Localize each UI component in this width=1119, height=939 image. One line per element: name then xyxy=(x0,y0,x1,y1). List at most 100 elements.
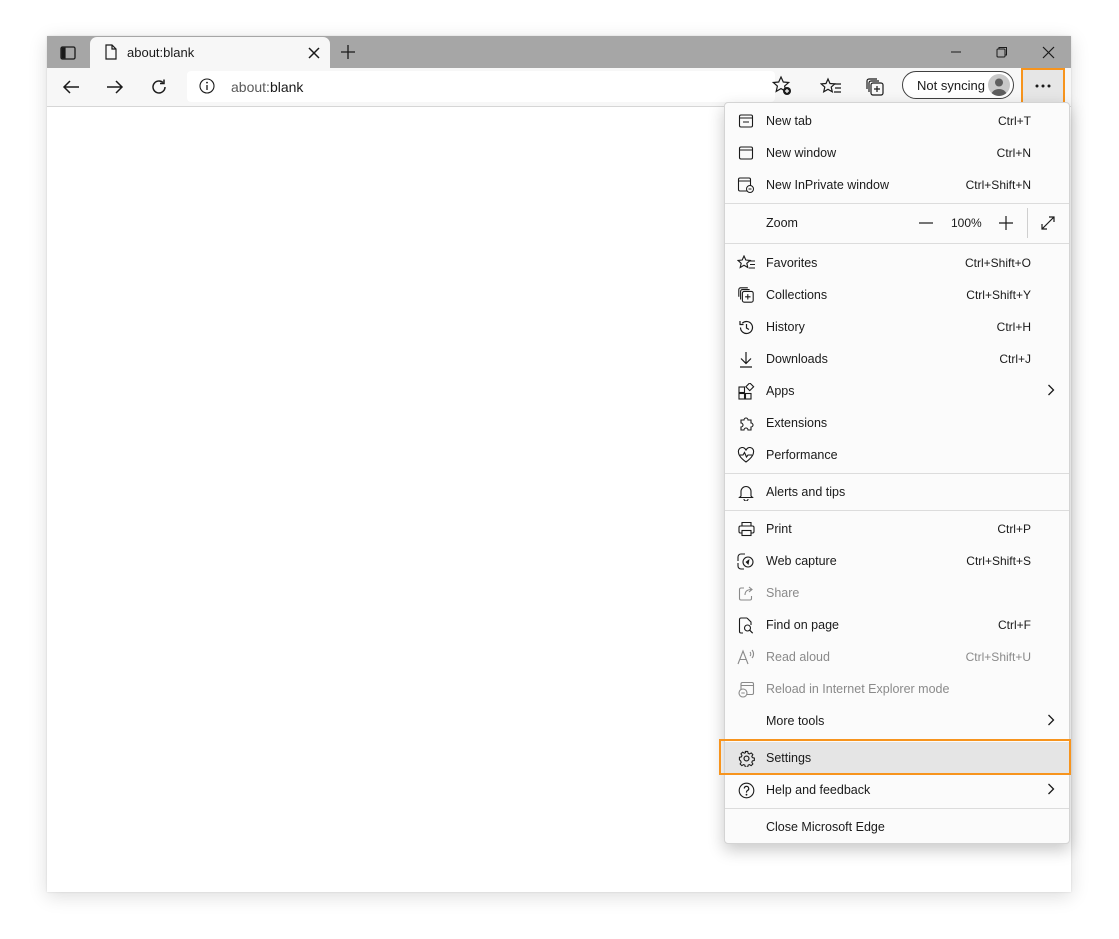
zoom-label: Zoom xyxy=(766,216,798,230)
menu-item-new-tab[interactable]: New tab Ctrl+T xyxy=(725,105,1069,137)
menu-item-close-microsoft-edge[interactable]: Close Microsoft Edge xyxy=(725,811,1069,843)
menu-item-label: Reload in Internet Explorer mode xyxy=(766,682,950,696)
menu-item-label: Web capture xyxy=(766,554,837,568)
back-button[interactable] xyxy=(55,73,87,101)
menu-item-label: Share xyxy=(766,586,800,600)
zoom-out-button[interactable] xyxy=(915,213,937,233)
address-host: blank xyxy=(269,79,304,95)
restore-button[interactable] xyxy=(979,36,1025,68)
profile-sync-button[interactable]: Not syncing xyxy=(902,71,1014,99)
settings-and-more-button[interactable] xyxy=(1021,68,1065,104)
ie-mode-icon xyxy=(737,680,755,698)
print-icon xyxy=(737,520,755,538)
share-icon xyxy=(737,584,755,602)
sync-label: Not syncing xyxy=(917,78,985,93)
menu-item-label: Downloads xyxy=(766,352,828,366)
tab-close-button[interactable] xyxy=(305,44,323,62)
menu-item-favorites[interactable]: Favorites Ctrl+Shift+O xyxy=(725,247,1069,279)
menu-item-label: Print xyxy=(766,522,792,536)
refresh-icon xyxy=(152,79,166,94)
menu-item-label: Find on page xyxy=(766,618,839,632)
menu-item-web-capture[interactable]: Web capture Ctrl+Shift+S xyxy=(725,545,1069,577)
tab-strip: about:blank xyxy=(47,36,1071,68)
menu-divider xyxy=(725,510,1069,511)
chevron-right-icon xyxy=(1047,714,1055,726)
menu-item-shortcut: Ctrl+Shift+U xyxy=(965,650,1031,664)
favorites-button[interactable] xyxy=(815,73,847,101)
menu-item-more-tools[interactable]: More tools xyxy=(725,705,1069,737)
window-close-button[interactable] xyxy=(1025,36,1071,68)
apps-icon xyxy=(737,382,755,400)
menu-item-label: History xyxy=(766,320,805,334)
add-favorite-icon[interactable] xyxy=(771,75,793,97)
menu-item-shortcut: Ctrl+Shift+Y xyxy=(966,288,1031,302)
address-bar[interactable]: about:blank xyxy=(187,71,791,102)
menu-item-collections[interactable]: Collections Ctrl+Shift+Y xyxy=(725,279,1069,311)
menu-item-label: Extensions xyxy=(766,416,828,430)
tab-title: about:blank xyxy=(127,45,195,60)
minimize-icon xyxy=(951,51,961,53)
extensions-icon xyxy=(737,414,755,432)
menu-item-shortcut: Ctrl+Shift+O xyxy=(964,256,1031,270)
new-tab-button[interactable] xyxy=(337,41,359,63)
menu-item-performance[interactable]: Performance xyxy=(725,439,1069,471)
menu-item-share[interactable]: Share xyxy=(725,577,1069,609)
favorites-icon xyxy=(820,77,841,94)
menu-item-label: Alerts and tips xyxy=(766,485,846,499)
close-icon xyxy=(308,47,320,59)
menu-divider xyxy=(725,739,1069,740)
menu-item-shortcut: Ctrl+Shift+N xyxy=(965,178,1031,192)
chevron-right-icon xyxy=(1047,783,1055,795)
forward-button[interactable] xyxy=(99,73,131,101)
menu-item-apps[interactable]: Apps xyxy=(725,375,1069,407)
menu-item-label: New InPrivate window xyxy=(766,178,889,192)
favorites-icon xyxy=(737,254,755,272)
menu-item-shortcut: Ctrl+J xyxy=(999,352,1031,366)
menu-item-history[interactable]: History Ctrl+H xyxy=(725,311,1069,343)
menu-item-extensions[interactable]: Extensions xyxy=(725,407,1069,439)
menu-item-label: Collections xyxy=(766,288,828,302)
menu-item-shortcut: Ctrl+P xyxy=(997,522,1031,536)
menu-item-label: Read aloud xyxy=(766,650,830,664)
more-horizontal-icon xyxy=(1035,84,1051,88)
info-icon[interactable] xyxy=(199,78,215,94)
collections-icon xyxy=(737,286,755,304)
menu-item-reload-ie-mode[interactable]: Reload in Internet Explorer mode xyxy=(725,673,1069,705)
menu-item-new-inprivate-window[interactable]: New InPrivate window Ctrl+Shift+N xyxy=(725,169,1069,201)
menu-item-label: More tools xyxy=(766,714,825,728)
tab-active[interactable]: about:blank xyxy=(90,37,330,68)
menu-item-new-window[interactable]: New window Ctrl+N xyxy=(725,137,1069,169)
restore-icon xyxy=(996,47,1007,58)
menu-item-help-and-feedback[interactable]: Help and feedback xyxy=(725,774,1069,806)
menu-divider xyxy=(725,808,1069,809)
menu-item-downloads[interactable]: Downloads Ctrl+J xyxy=(725,343,1069,375)
collections-button[interactable] xyxy=(859,73,891,101)
collections-icon xyxy=(866,78,884,96)
menu-item-alerts-and-tips[interactable]: Alerts and tips xyxy=(725,476,1069,508)
zoom-in-button[interactable] xyxy=(995,213,1017,233)
menu-item-print[interactable]: Print Ctrl+P xyxy=(725,513,1069,545)
chevron-right-icon xyxy=(1047,384,1055,396)
menu-item-label: New tab xyxy=(766,114,812,128)
find-icon xyxy=(737,616,755,634)
minus-icon xyxy=(919,222,933,224)
minimize-button[interactable] xyxy=(933,36,979,68)
refresh-button[interactable] xyxy=(143,73,175,101)
zoom-divider xyxy=(1027,208,1028,238)
menu-item-find-on-page[interactable]: Find on page Ctrl+F xyxy=(725,609,1069,641)
arrow-right-icon xyxy=(107,80,124,94)
fullscreen-button[interactable] xyxy=(1037,213,1059,233)
inprivate-icon xyxy=(737,176,755,194)
tab-actions-icon xyxy=(60,46,76,60)
menu-item-label: Performance xyxy=(766,448,838,462)
downloads-icon xyxy=(737,350,755,368)
performance-icon xyxy=(737,446,755,464)
tab-actions-button[interactable] xyxy=(56,42,80,64)
address-text[interactable]: about:blank xyxy=(231,79,303,95)
plus-icon xyxy=(341,45,355,59)
menu-item-settings[interactable]: Settings xyxy=(725,742,1069,774)
new-tab-icon xyxy=(737,112,755,130)
menu-item-read-aloud[interactable]: Read aloud Ctrl+Shift+U xyxy=(725,641,1069,673)
page-icon xyxy=(104,44,118,60)
menu-item-shortcut: Ctrl+Shift+S xyxy=(966,554,1031,568)
